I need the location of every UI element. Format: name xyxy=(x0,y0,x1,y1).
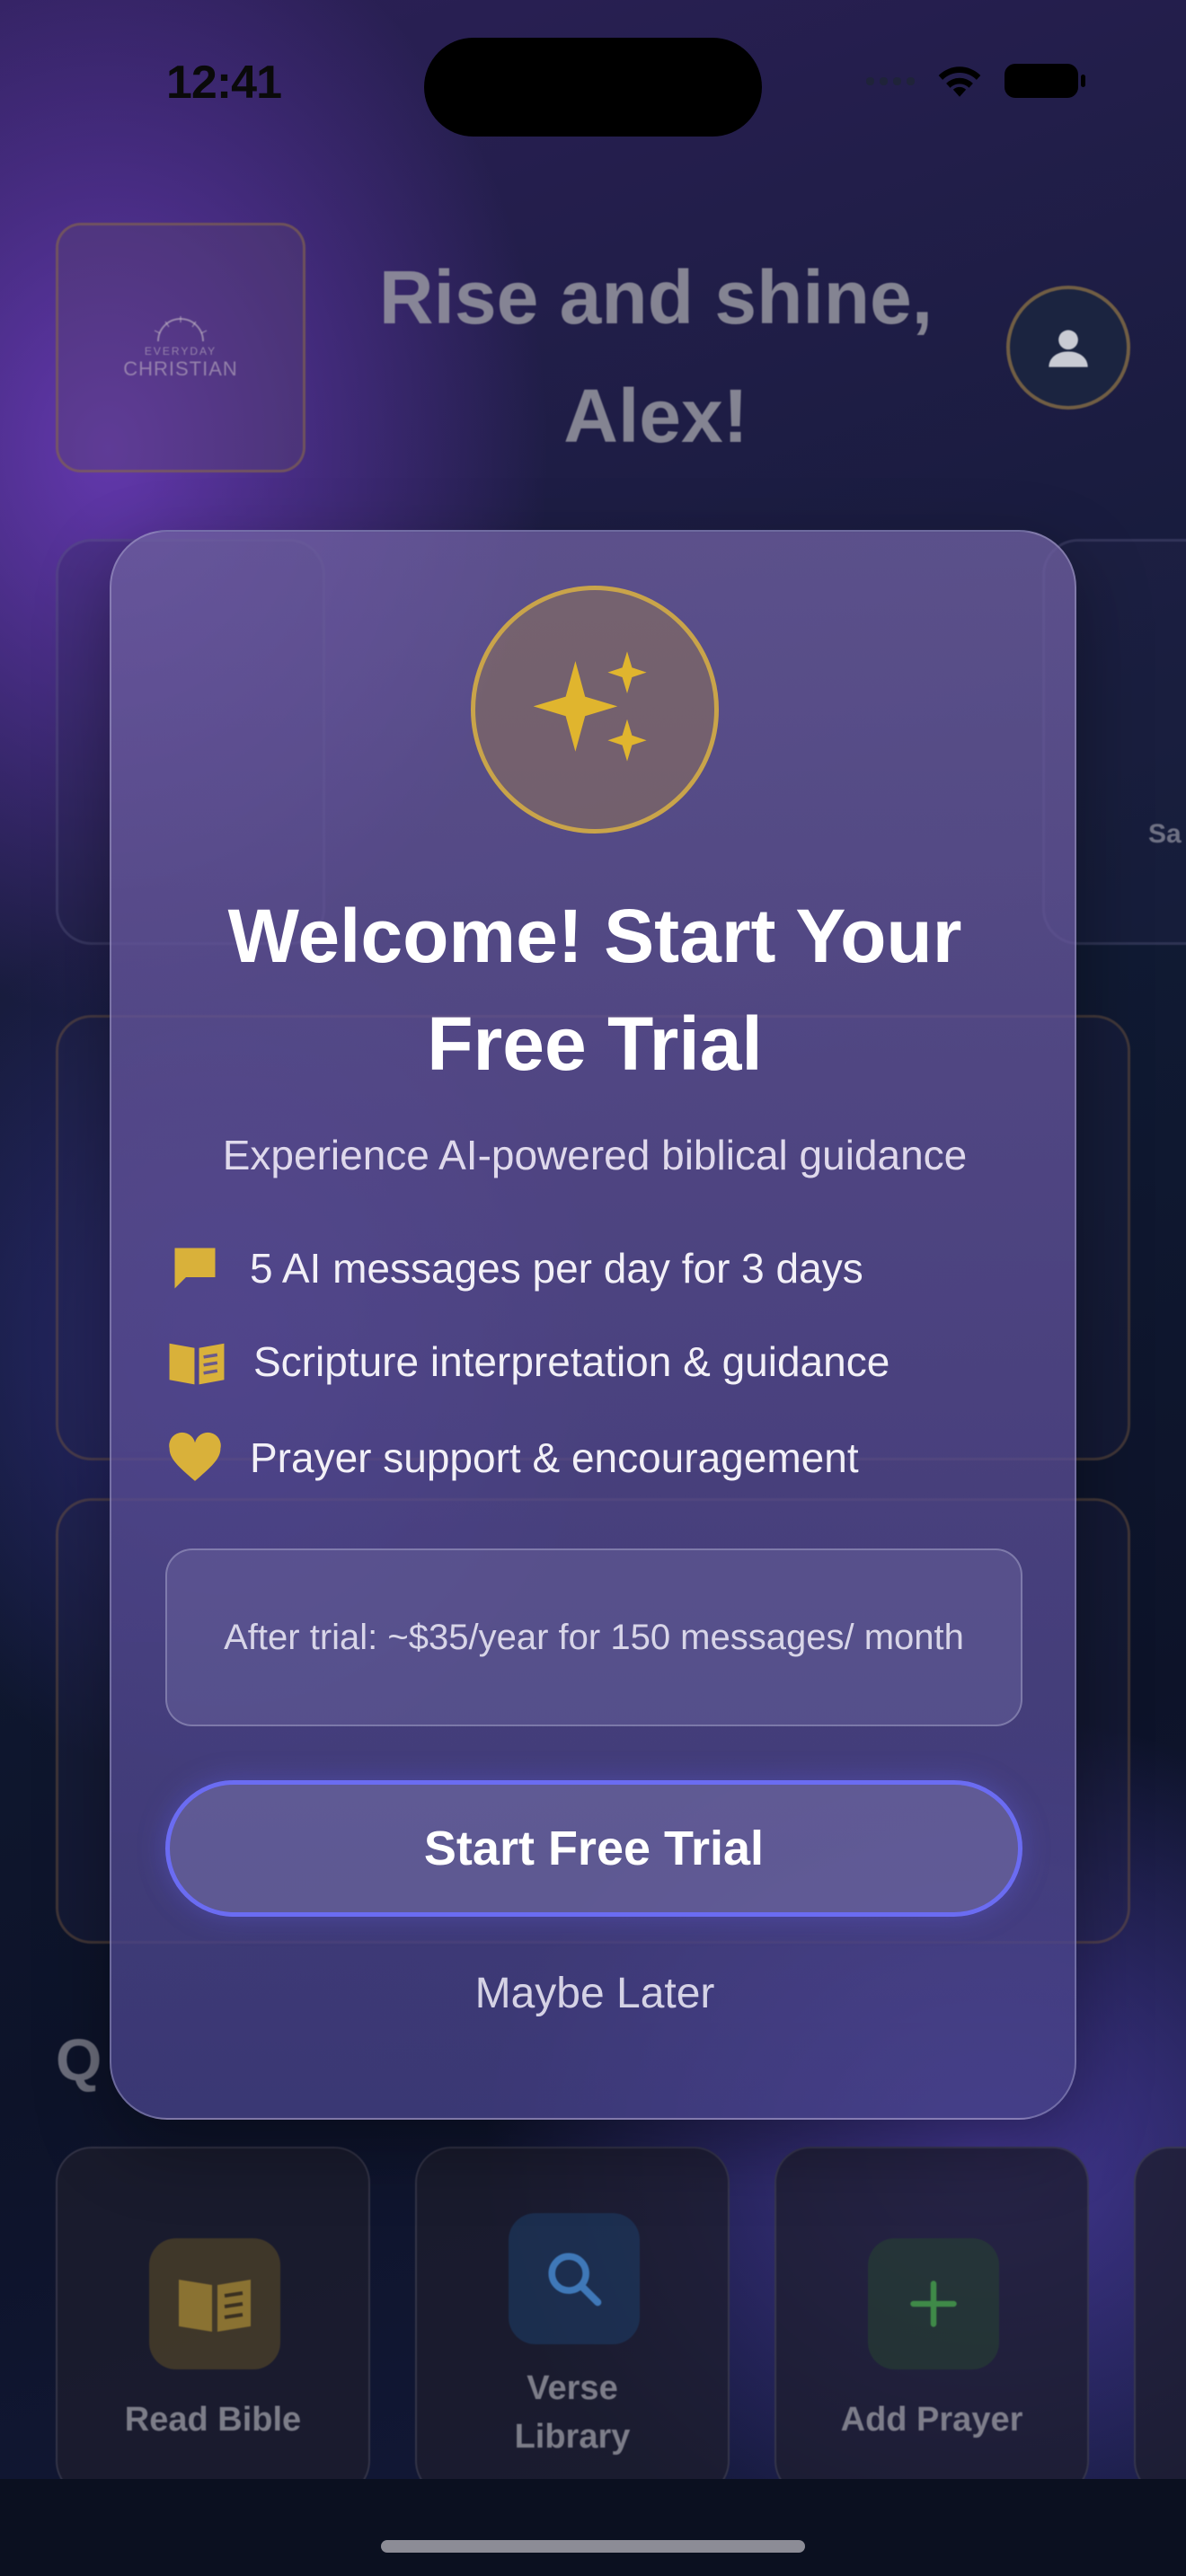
dynamic-island xyxy=(424,38,762,137)
modal-subtitle: Experience AI-powered biblical guidance xyxy=(222,1132,968,1178)
logo-text-top: EVERYDAY xyxy=(144,345,217,357)
quick-action-label: Add Prayer xyxy=(840,2401,1023,2439)
feature-text: Scripture interpretation & guidance xyxy=(253,1338,890,1385)
wifi-icon xyxy=(938,66,981,97)
bottom-bar xyxy=(0,2479,1186,2576)
read-bible-button[interactable]: Read Bible xyxy=(56,2147,370,2497)
start-free-trial-button[interactable]: Start Free Trial xyxy=(165,1780,1022,1917)
sparkles-icon xyxy=(471,586,719,834)
sunrise-icon xyxy=(154,316,208,342)
free-trial-modal: Welcome! Start Your Free Trial Experienc… xyxy=(110,530,1076,2120)
app-logo: EVERYDAY CHRISTIAN xyxy=(56,223,305,472)
maybe-later-button[interactable]: Maybe Later xyxy=(111,1969,1078,2018)
greeting-heading: Rise and shine, Alex! xyxy=(378,255,934,458)
quick-action-label: Verse Library xyxy=(514,2369,631,2456)
status-time: 12:41 xyxy=(166,57,282,109)
status-icons xyxy=(866,63,1085,99)
feature-text: 5 AI messages per day for 3 days xyxy=(250,1245,863,1292)
logo-text-bottom: CHRISTIAN xyxy=(123,357,238,380)
home-indicator[interactable] xyxy=(381,2540,805,2553)
feature-item: Prayer support & encouragement xyxy=(167,1432,859,1484)
battery-icon xyxy=(1005,64,1085,98)
feature-item: 5 AI messages per day for 3 days xyxy=(167,1241,863,1295)
person-icon xyxy=(1049,330,1088,367)
trial-pricing-text: After trial: ~$35/year for 150 messages/… xyxy=(224,1618,964,1657)
section-heading: Q xyxy=(56,2026,102,2093)
feature-text: Prayer support & encouragement xyxy=(250,1434,859,1481)
app-screen: EVERYDAY CHRISTIAN Rise and shine, Alex!… xyxy=(0,0,1186,2576)
chat-bubble-icon xyxy=(174,1248,216,1289)
profile-button[interactable] xyxy=(1006,286,1130,410)
feature-item: Scripture interpretation & guidance xyxy=(167,1337,890,1387)
trial-pricing-note: After trial: ~$35/year for 150 messages/… xyxy=(165,1548,1022,1726)
heart-icon xyxy=(169,1432,221,1481)
open-book-icon xyxy=(149,2238,280,2369)
cellular-signal-icon xyxy=(866,76,915,85)
add-prayer-button[interactable]: Add Prayer xyxy=(774,2147,1089,2497)
plus-icon xyxy=(868,2238,999,2369)
quick-action-label: Read Bible xyxy=(124,2401,302,2439)
modal-title: Welcome! Start Your Free Trial xyxy=(227,894,962,1086)
quick-action-card-partial[interactable] xyxy=(1134,2147,1186,2497)
verse-library-button[interactable]: Verse Library xyxy=(415,2147,730,2497)
peek-card-text: Sa xyxy=(1148,819,1182,849)
book-icon xyxy=(169,1343,225,1385)
search-icon xyxy=(509,2213,640,2344)
